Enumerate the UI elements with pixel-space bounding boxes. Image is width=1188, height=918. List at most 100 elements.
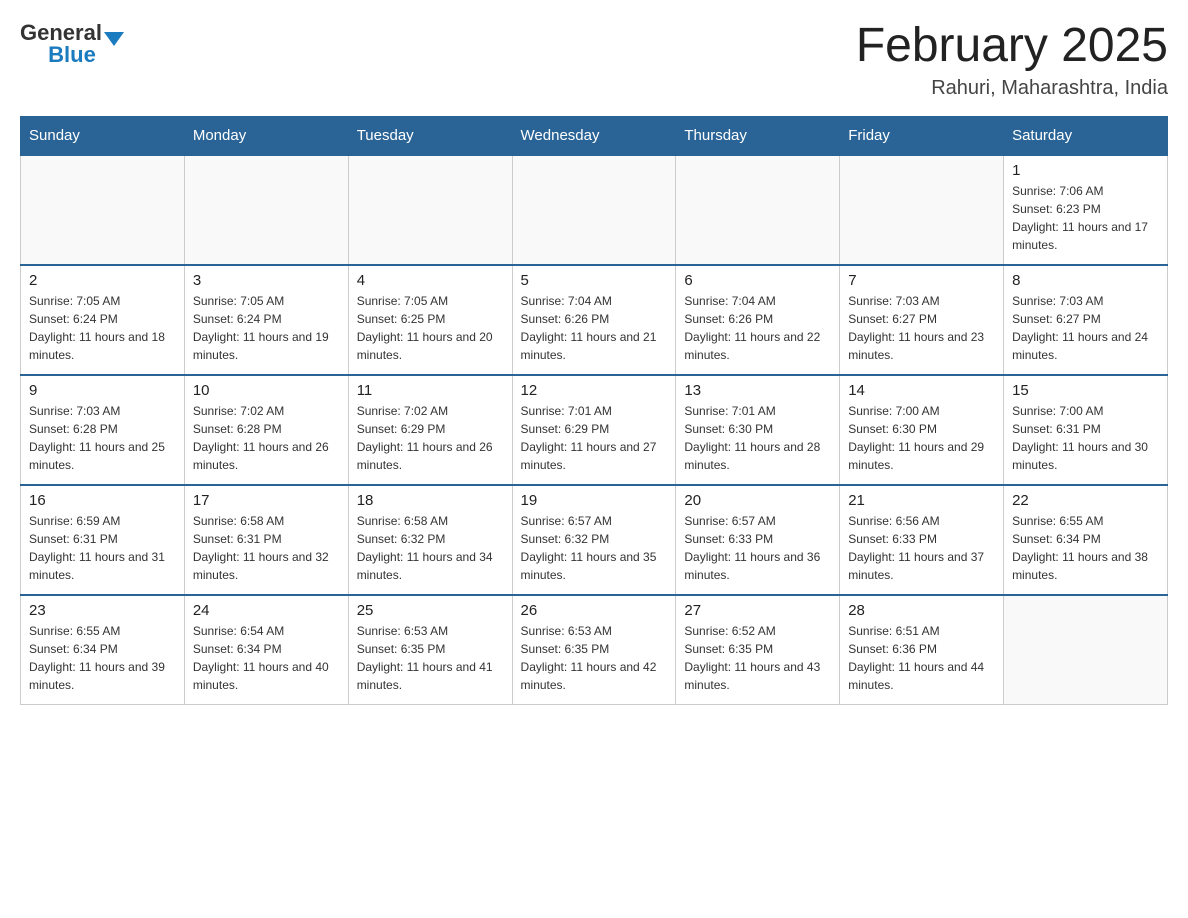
calendar-cell: 5 Sunrise: 7:04 AM Sunset: 6:26 PM Daylig… — [512, 265, 676, 375]
day-info: Sunrise: 6:54 AM Sunset: 6:34 PM Dayligh… — [193, 622, 340, 694]
page-header: General Blue February 2025 Rahuri, Mahar… — [20, 20, 1168, 100]
weekday-header-monday: Monday — [184, 116, 348, 155]
calendar-cell: 23Sunrise: 6:55 AM Sunset: 6:34 PM Dayli… — [21, 595, 185, 705]
day-number: 12 — [521, 382, 668, 399]
day-info: Sunrise: 7:05 AM Sunset: 6:25 PM Dayligh… — [357, 292, 504, 364]
calendar-cell: 15 Sunrise: 7:00 AM Sunset: 6:31 PM Dayli… — [1004, 375, 1168, 485]
day-info: Sunrise: 6:58 AM Sunset: 6:32 PM Dayligh… — [357, 512, 504, 584]
day-info: Sunrise: 7:01 AM Sunset: 6:29 PM Dayligh… — [521, 402, 668, 474]
day-number: 27 — [684, 602, 831, 619]
calendar-cell: 7 Sunrise: 7:03 AM Sunset: 6:27 PM Daylig… — [840, 265, 1004, 375]
month-title: February 2025 — [856, 20, 1168, 73]
calendar-cell: 2 Sunrise: 7:05 AM Sunset: 6:24 PM Daylig… — [21, 265, 185, 375]
day-info: Sunrise: 7:06 AM Sunset: 6:23 PM Dayligh… — [1012, 182, 1159, 254]
day-number: 6 — [684, 272, 831, 289]
calendar-cell: 10 Sunrise: 7:02 AM Sunset: 6:28 PM Dayli… — [184, 375, 348, 485]
weekday-header-wednesday: Wednesday — [512, 116, 676, 155]
day-info: Sunrise: 7:02 AM Sunset: 6:28 PM Dayligh… — [193, 402, 340, 474]
weekday-header-thursday: Thursday — [676, 116, 840, 155]
day-number: 15 — [1012, 382, 1159, 399]
day-number: 26 — [521, 602, 668, 619]
calendar-cell: 20Sunrise: 6:57 AM Sunset: 6:33 PM Dayli… — [676, 485, 840, 595]
day-number: 7 — [848, 272, 995, 289]
calendar-cell: 1 Sunrise: 7:06 AM Sunset: 6:23 PM Daylig… — [1004, 155, 1168, 265]
day-number: 22 — [1012, 492, 1159, 509]
calendar-cell: 21 Sunrise: 6:56 AM Sunset: 6:33 PM Dayli… — [840, 485, 1004, 595]
calendar-cell: 24Sunrise: 6:54 AM Sunset: 6:34 PM Dayli… — [184, 595, 348, 705]
week-row-2: 2 Sunrise: 7:05 AM Sunset: 6:24 PM Daylig… — [21, 265, 1168, 375]
logo-blue-text: Blue — [48, 42, 96, 68]
calendar-cell — [348, 155, 512, 265]
logo: General Blue — [20, 20, 124, 68]
day-info: Sunrise: 6:55 AM Sunset: 6:34 PM Dayligh… — [1012, 512, 1159, 584]
day-info: Sunrise: 6:52 AM Sunset: 6:35 PM Dayligh… — [684, 622, 831, 694]
day-info: Sunrise: 7:00 AM Sunset: 6:30 PM Dayligh… — [848, 402, 995, 474]
calendar-table: SundayMondayTuesdayWednesdayThursdayFrid… — [20, 116, 1168, 706]
day-info: Sunrise: 6:53 AM Sunset: 6:35 PM Dayligh… — [521, 622, 668, 694]
calendar-cell: 28 Sunrise: 6:51 AM Sunset: 6:36 PM Dayli… — [840, 595, 1004, 705]
day-number: 3 — [193, 272, 340, 289]
day-info: Sunrise: 6:57 AM Sunset: 6:32 PM Dayligh… — [521, 512, 668, 584]
calendar-cell: 4 Sunrise: 7:05 AM Sunset: 6:25 PM Daylig… — [348, 265, 512, 375]
day-number: 21 — [848, 492, 995, 509]
day-info: Sunrise: 7:03 AM Sunset: 6:27 PM Dayligh… — [848, 292, 995, 364]
day-info: Sunrise: 7:03 AM Sunset: 6:27 PM Dayligh… — [1012, 292, 1159, 364]
logo-icon: General Blue — [20, 20, 124, 68]
day-info: Sunrise: 6:58 AM Sunset: 6:31 PM Dayligh… — [193, 512, 340, 584]
calendar-cell — [21, 155, 185, 265]
day-number: 4 — [357, 272, 504, 289]
calendar-cell: 13 Sunrise: 7:01 AM Sunset: 6:30 PM Dayli… — [676, 375, 840, 485]
week-row-5: 23Sunrise: 6:55 AM Sunset: 6:34 PM Dayli… — [21, 595, 1168, 705]
calendar-cell: 8Sunrise: 7:03 AM Sunset: 6:27 PM Daylig… — [1004, 265, 1168, 375]
calendar-cell: 26 Sunrise: 6:53 AM Sunset: 6:35 PM Dayli… — [512, 595, 676, 705]
week-row-3: 9 Sunrise: 7:03 AM Sunset: 6:28 PM Daylig… — [21, 375, 1168, 485]
day-info: Sunrise: 7:02 AM Sunset: 6:29 PM Dayligh… — [357, 402, 504, 474]
weekday-header-friday: Friday — [840, 116, 1004, 155]
weekday-header-tuesday: Tuesday — [348, 116, 512, 155]
calendar-cell: 22 Sunrise: 6:55 AM Sunset: 6:34 PM Dayli… — [1004, 485, 1168, 595]
calendar-cell: 6 Sunrise: 7:04 AM Sunset: 6:26 PM Daylig… — [676, 265, 840, 375]
day-number: 13 — [684, 382, 831, 399]
day-number: 17 — [193, 492, 340, 509]
calendar-cell: 3 Sunrise: 7:05 AM Sunset: 6:24 PM Daylig… — [184, 265, 348, 375]
weekday-header-saturday: Saturday — [1004, 116, 1168, 155]
week-row-4: 16 Sunrise: 6:59 AM Sunset: 6:31 PM Dayli… — [21, 485, 1168, 595]
calendar-cell — [676, 155, 840, 265]
calendar-cell — [840, 155, 1004, 265]
day-number: 11 — [357, 382, 504, 399]
location-subtitle: Rahuri, Maharashtra, India — [856, 77, 1168, 100]
day-number: 14 — [848, 382, 995, 399]
day-info: Sunrise: 7:01 AM Sunset: 6:30 PM Dayligh… — [684, 402, 831, 474]
day-info: Sunrise: 7:00 AM Sunset: 6:31 PM Dayligh… — [1012, 402, 1159, 474]
calendar-cell — [1004, 595, 1168, 705]
day-info: Sunrise: 6:59 AM Sunset: 6:31 PM Dayligh… — [29, 512, 176, 584]
day-number: 16 — [29, 492, 176, 509]
weekday-header-row: SundayMondayTuesdayWednesdayThursdayFrid… — [21, 116, 1168, 155]
day-number: 5 — [521, 272, 668, 289]
day-info: Sunrise: 7:04 AM Sunset: 6:26 PM Dayligh… — [684, 292, 831, 364]
day-number: 18 — [357, 492, 504, 509]
day-info: Sunrise: 6:56 AM Sunset: 6:33 PM Dayligh… — [848, 512, 995, 584]
calendar-cell: 14 Sunrise: 7:00 AM Sunset: 6:30 PM Dayli… — [840, 375, 1004, 485]
calendar-cell: 27 Sunrise: 6:52 AM Sunset: 6:35 PM Dayli… — [676, 595, 840, 705]
weekday-header-sunday: Sunday — [21, 116, 185, 155]
day-number: 1 — [1012, 162, 1159, 179]
calendar-cell: 16 Sunrise: 6:59 AM Sunset: 6:31 PM Dayli… — [21, 485, 185, 595]
title-section: February 2025 Rahuri, Maharashtra, India — [856, 20, 1168, 100]
day-number: 10 — [193, 382, 340, 399]
calendar-cell: 25Sunrise: 6:53 AM Sunset: 6:35 PM Dayli… — [348, 595, 512, 705]
calendar-cell — [512, 155, 676, 265]
day-info: Sunrise: 7:03 AM Sunset: 6:28 PM Dayligh… — [29, 402, 176, 474]
day-number: 9 — [29, 382, 176, 399]
day-info: Sunrise: 6:57 AM Sunset: 6:33 PM Dayligh… — [684, 512, 831, 584]
day-info: Sunrise: 6:51 AM Sunset: 6:36 PM Dayligh… — [848, 622, 995, 694]
day-number: 2 — [29, 272, 176, 289]
day-info: Sunrise: 7:04 AM Sunset: 6:26 PM Dayligh… — [521, 292, 668, 364]
calendar-cell: 19Sunrise: 6:57 AM Sunset: 6:32 PM Dayli… — [512, 485, 676, 595]
calendar-cell: 9 Sunrise: 7:03 AM Sunset: 6:28 PM Daylig… — [21, 375, 185, 485]
day-number: 28 — [848, 602, 995, 619]
day-info: Sunrise: 7:05 AM Sunset: 6:24 PM Dayligh… — [29, 292, 176, 364]
day-info: Sunrise: 7:05 AM Sunset: 6:24 PM Dayligh… — [193, 292, 340, 364]
week-row-1: 1 Sunrise: 7:06 AM Sunset: 6:23 PM Daylig… — [21, 155, 1168, 265]
day-info: Sunrise: 6:53 AM Sunset: 6:35 PM Dayligh… — [357, 622, 504, 694]
